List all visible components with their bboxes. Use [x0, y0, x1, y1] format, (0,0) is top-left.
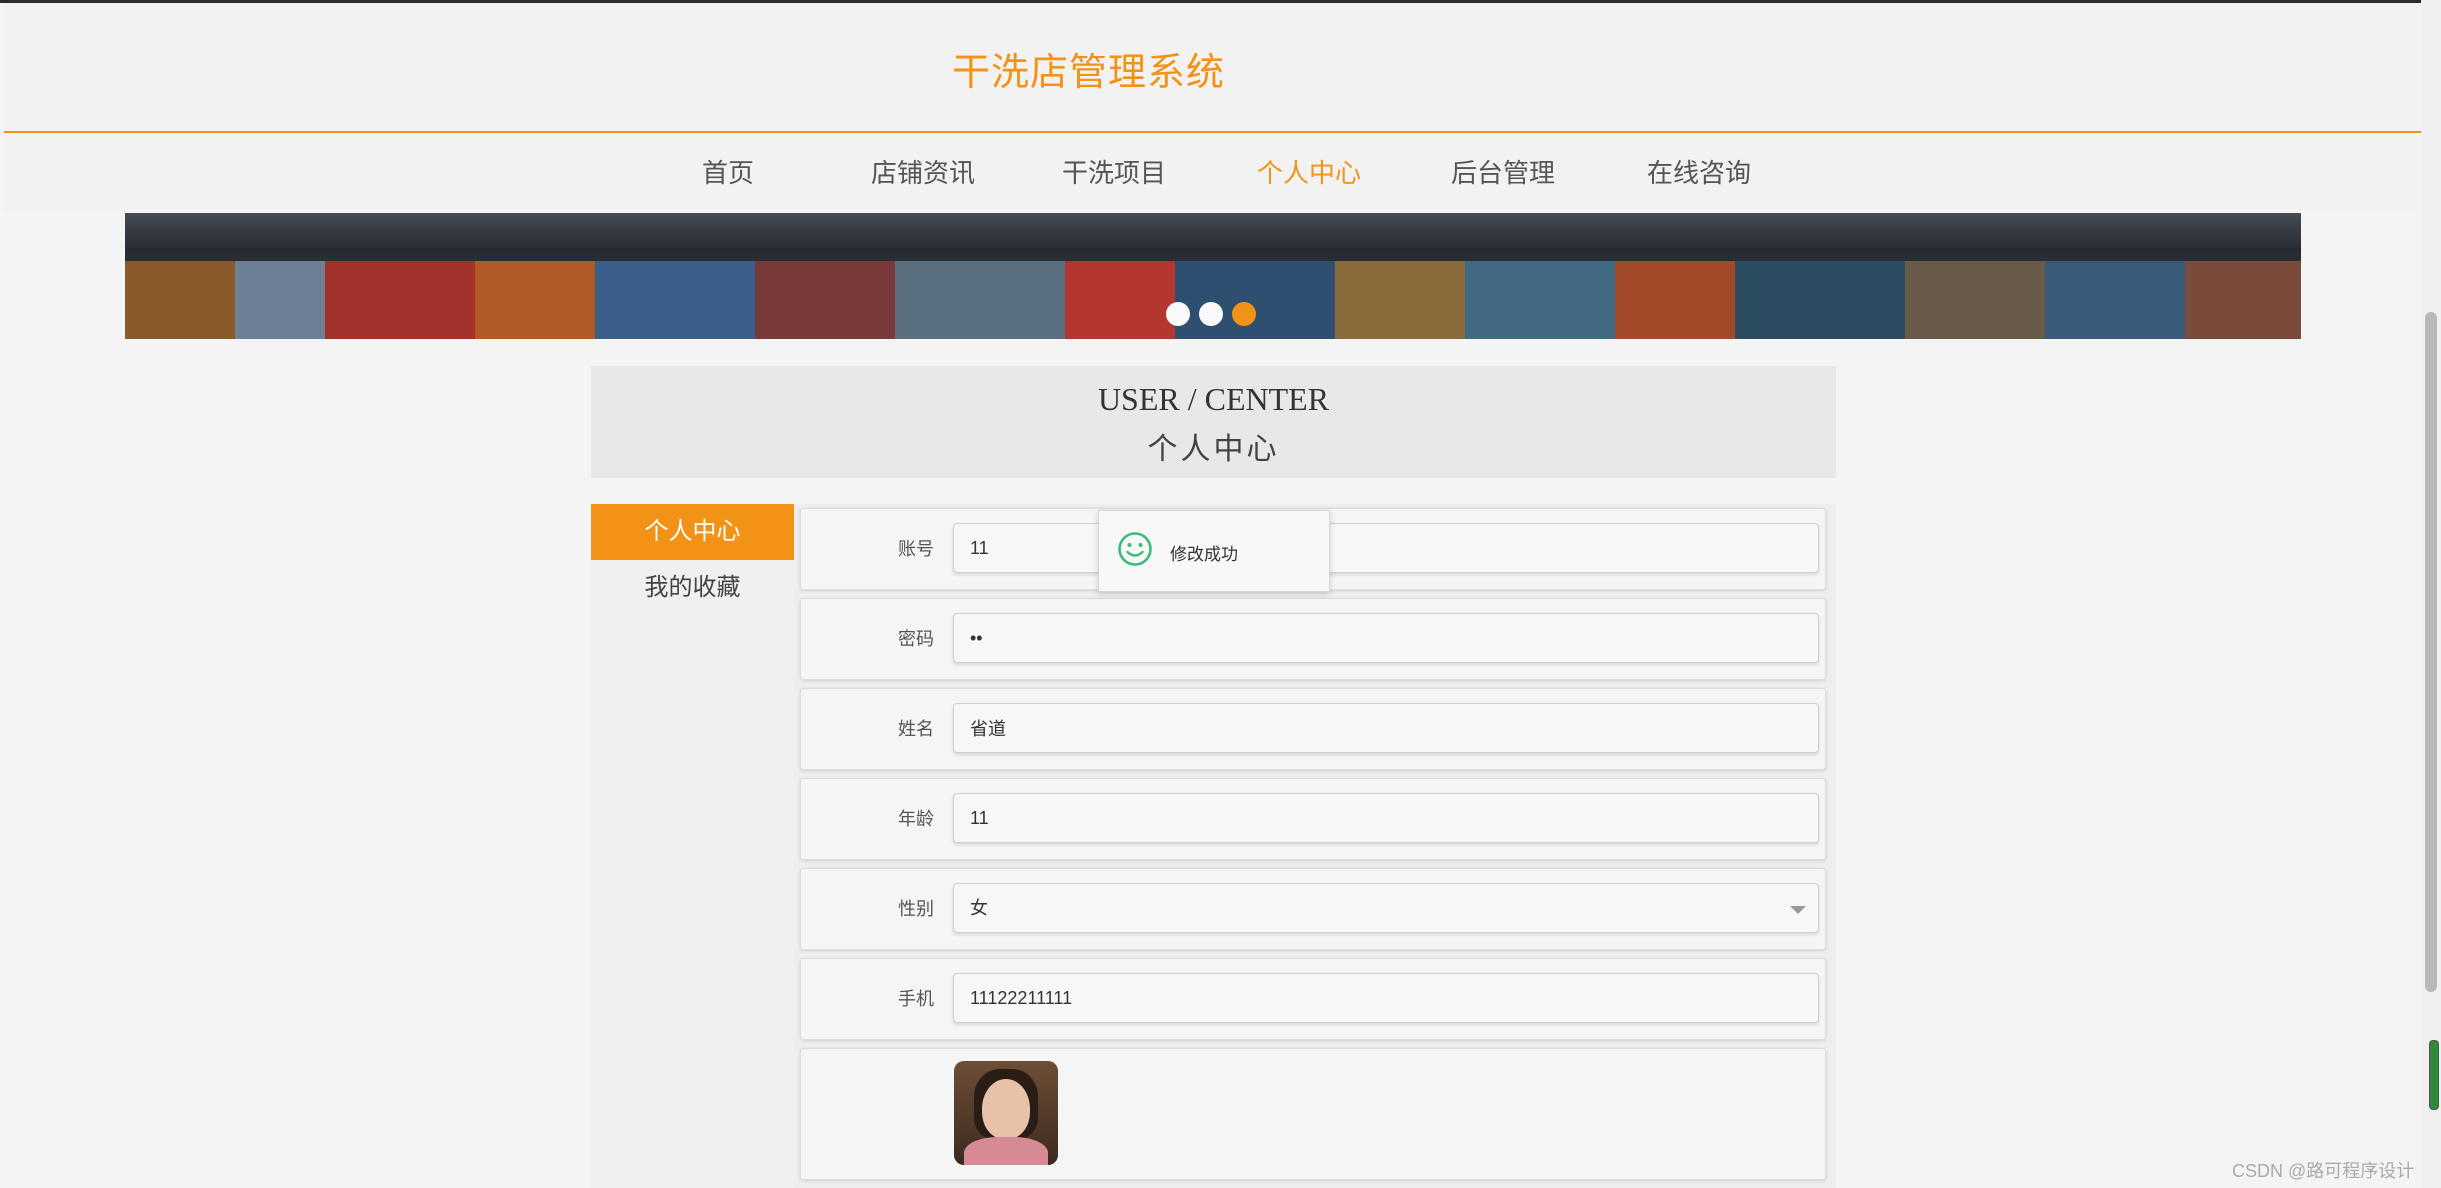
age-field[interactable]: [953, 793, 1819, 843]
user-center-heading: USER / CENTER 个人中心: [591, 366, 1836, 478]
name-field[interactable]: [953, 703, 1819, 753]
heading-english: USER / CENTER: [1097, 381, 1330, 417]
gender-select[interactable]: 女: [953, 883, 1819, 933]
smile-icon: [1118, 532, 1152, 566]
heading-chinese: 个人中心: [1147, 433, 1280, 466]
account-field[interactable]: [953, 523, 1819, 573]
nav-item-admin[interactable]: 后台管理: [1451, 153, 1555, 190]
form-row-password: 密码: [800, 598, 1826, 680]
form-row-gender: 性别 女: [800, 868, 1826, 950]
password-field[interactable]: [953, 613, 1819, 663]
user-center-sidebar: 个人中心 我的收藏: [591, 504, 794, 1188]
phone-field[interactable]: [953, 973, 1819, 1023]
success-toast: 修改成功: [1098, 510, 1330, 592]
site-header: 干洗店管理系统: [4, 3, 2421, 133]
scrollbar-thumb[interactable]: [2425, 312, 2437, 992]
site-title: 干洗店管理系统: [952, 52, 1226, 94]
account-label: 账号: [898, 539, 934, 559]
name-label: 姓名: [898, 719, 934, 739]
carousel-dot-1[interactable]: [1166, 302, 1190, 326]
secondary-scroll-indicator: [2429, 1040, 2439, 1110]
gender-label: 性别: [898, 899, 934, 919]
carousel-dot-2[interactable]: [1199, 302, 1223, 326]
profile-form: 账号 密码 姓名 年龄 性别 女 手机: [794, 504, 1836, 1188]
chevron-down-icon: [1790, 906, 1806, 914]
main-nav: 首页 店铺资讯 干洗项目 个人中心 后台管理 在线咨询: [4, 133, 2421, 213]
form-row-avatar: [800, 1048, 1826, 1180]
nav-item-home[interactable]: 首页: [702, 153, 754, 190]
sidebar-item-favorites[interactable]: 我的收藏: [591, 560, 794, 616]
password-label: 密码: [898, 629, 934, 649]
age-label: 年龄: [898, 809, 934, 829]
watermark: CSDN @路可程序设计: [2232, 1161, 2415, 1181]
sidebar-item-user-center[interactable]: 个人中心: [591, 504, 794, 560]
avatar-image[interactable]: [954, 1061, 1058, 1165]
form-row-name: 姓名: [800, 688, 1826, 770]
banner-image-pier: [125, 213, 2301, 247]
nav-item-cleaning-items[interactable]: 干洗项目: [1062, 153, 1166, 190]
phone-label: 手机: [898, 989, 934, 1009]
nav-item-shop-news[interactable]: 店铺资讯: [871, 153, 975, 190]
nav-item-online-consult[interactable]: 在线咨询: [1647, 153, 1751, 190]
form-row-phone: 手机: [800, 958, 1826, 1040]
carousel-dot-3[interactable]: [1232, 302, 1256, 326]
toast-message: 修改成功: [1170, 545, 1238, 564]
gender-selected-value: 女: [970, 898, 988, 918]
nav-item-user-center[interactable]: 个人中心: [1257, 153, 1361, 190]
form-row-age: 年龄: [800, 778, 1826, 860]
